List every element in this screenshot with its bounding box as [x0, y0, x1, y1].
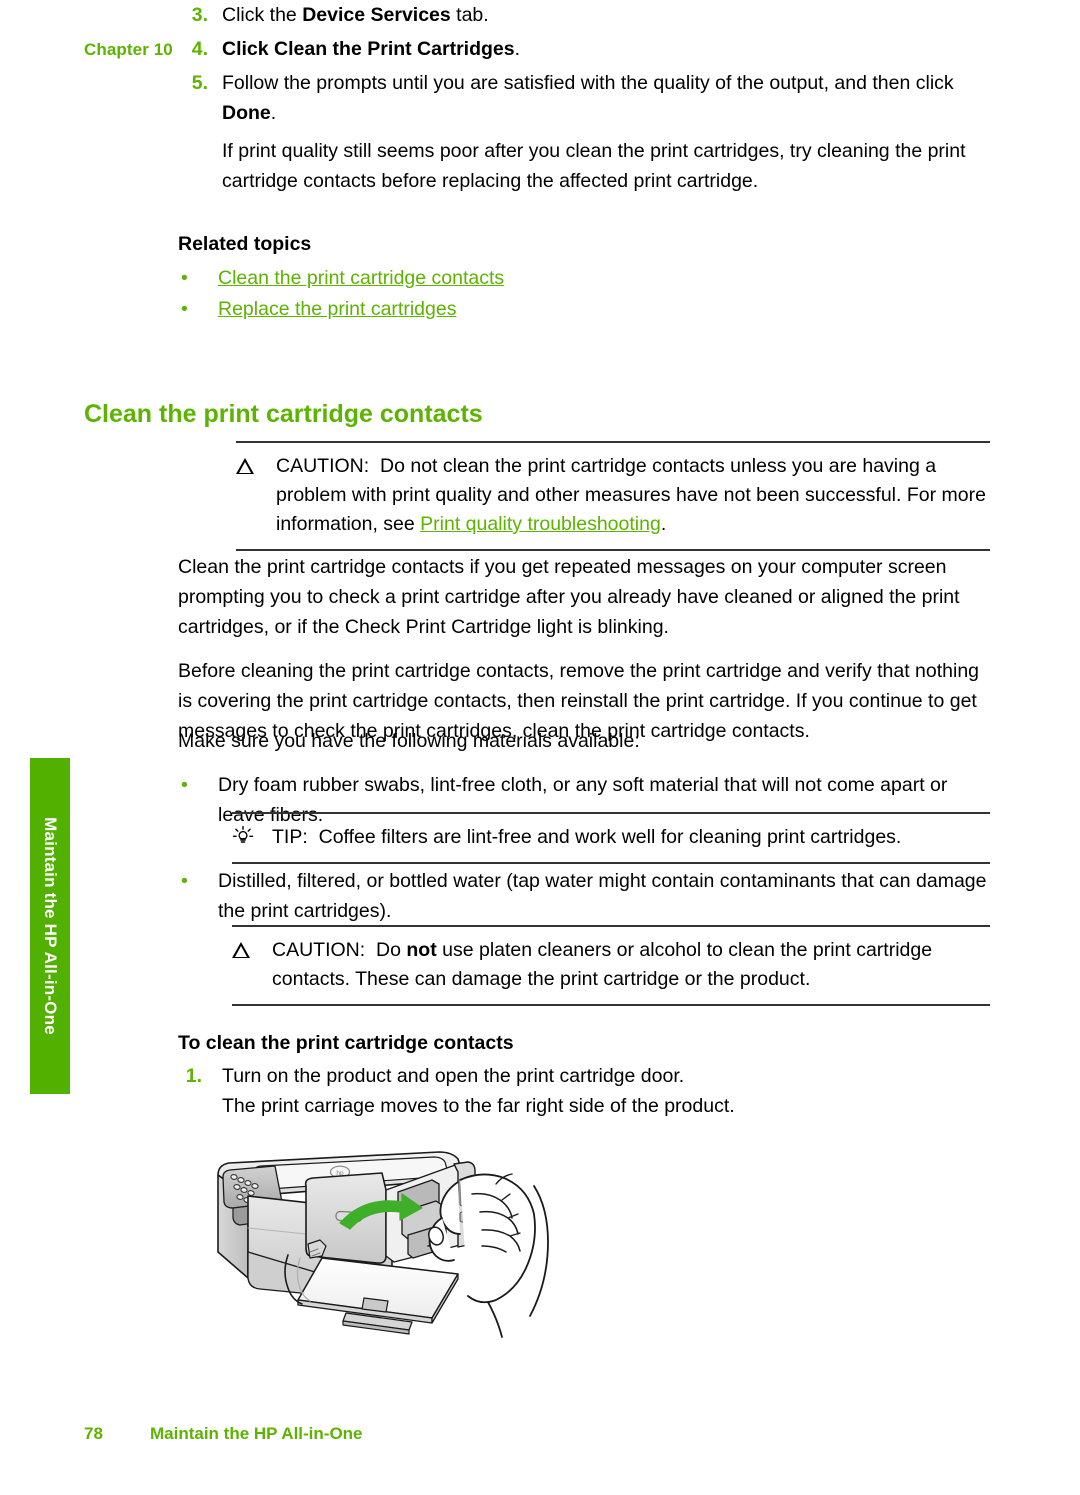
lightbulb-icon [232, 825, 262, 856]
step-text-tail: tab. [450, 4, 489, 26]
tip-text: Coffee filters are lint-free and work we… [318, 826, 902, 848]
step-text-tail: . [270, 102, 277, 124]
caution-label: CAUTION: [272, 939, 366, 961]
numbered-step-list: 3. Click the Device Services tab. 4. Cli… [178, 0, 990, 196]
step-text: Click Clean the Print Cartridges. [222, 38, 520, 60]
caution-triangle-icon [236, 454, 266, 483]
step-number: 5. [191, 72, 208, 94]
printer-illustration: hp [196, 1132, 566, 1357]
step-text-emphasis: Device Services [302, 4, 451, 26]
bullet-icon: • [181, 870, 188, 892]
materials-list-2: • Distilled, filtered, or bottled water … [178, 866, 990, 926]
tip-row: TIP: Coffee filters are lint-free and wo… [232, 823, 990, 852]
list-item: • Replace the print cartridges [178, 294, 990, 324]
step-number: 3. [191, 4, 208, 26]
caution-text-tail: . [660, 513, 667, 535]
list-item: • Clean the print cartridge contacts [178, 263, 990, 293]
procedure-heading: To clean the print cartridge contacts [178, 1032, 514, 1054]
side-tab-maintain: Maintain the HP All-in-One [30, 758, 70, 1094]
caution-text-emphasis: not [406, 939, 437, 961]
step-number: 4. [191, 38, 208, 60]
procedure-block: To clean the print cartridge contacts 1.… [178, 1028, 990, 1125]
chapter-header: Chapter 10 [84, 40, 173, 59]
caution-text-lead: Do [376, 939, 407, 961]
caution-triangle-icon [232, 938, 262, 967]
step-text-emphasis: Done [222, 102, 271, 124]
step-text-lead: Follow the prompts until you are satisfi… [222, 72, 954, 94]
body-paragraph: Clean the print cartridge contacts if yo… [178, 556, 960, 638]
page-footer: 78 Maintain the HP All-in-One [84, 1424, 363, 1444]
caution-link-print-quality-troubleshooting[interactable]: Print quality troubleshooting [420, 513, 661, 535]
step-followup-text: If print quality still seems poor after … [222, 140, 966, 192]
bullet-icon: • [181, 774, 188, 796]
section-heading: Clean the print cartridge contacts [84, 400, 483, 428]
related-link-replace-cartridges[interactable]: Replace the print cartridges [218, 298, 456, 320]
list-item: • Distilled, filtered, or bottled water … [178, 866, 990, 926]
list-item-text: Distilled, filtered, or bottled water (t… [218, 870, 987, 922]
related-link-clean-contacts[interactable]: Clean the print cartridge contacts [218, 267, 504, 289]
list-item: 1. Turn on the product and open the prin… [178, 1061, 990, 1121]
body-paragraphs-block-1: Clean the print cartridge contacts if yo… [178, 552, 990, 746]
bullet-icon: • [181, 267, 188, 289]
tip-box: TIP: Coffee filters are lint-free and wo… [232, 812, 990, 864]
top-steps-block: 3. Click the Device Services tab. 4. Cli… [178, 0, 990, 196]
document-page: Chapter 10 3. Click the Device Services … [0, 0, 1080, 1495]
caution-box-secondary: CAUTION: Do not use platen cleaners or a… [232, 925, 990, 1006]
step-text-lead: Click the [222, 4, 303, 26]
caution-label: CAUTION: [276, 455, 370, 477]
related-topics-heading: Related topics [178, 233, 312, 255]
step-followup-text: The print carriage moves to the far righ… [222, 1095, 735, 1117]
materials-intro-paragraph: Make sure you have the following materia… [178, 730, 640, 752]
step-text: Turn on the product and open the print c… [222, 1065, 685, 1087]
body-paragraphs-block-3: • Distilled, filtered, or bottled water … [178, 866, 990, 927]
procedure-step-list: 1. Turn on the product and open the prin… [178, 1061, 990, 1121]
side-tab-label: Maintain the HP All-in-One [41, 817, 60, 1035]
list-item: 4. Click Clean the Print Cartridges. [178, 34, 990, 64]
footer-text: Maintain the HP All-in-One [150, 1424, 363, 1443]
list-item: 3. Click the Device Services tab. [178, 0, 990, 30]
bullet-icon: • [181, 298, 188, 320]
footer-page-number: 78 [84, 1424, 103, 1443]
list-item: 5. Follow the prompts until you are sati… [178, 68, 990, 196]
related-topics-list: • Clean the print cartridge contacts • R… [178, 263, 990, 324]
step-text: Click the Device Services tab. [222, 4, 489, 26]
caution-row: CAUTION: Do not use platen cleaners or a… [232, 936, 990, 994]
step-text-emphasis: Clean the Print Cartridges [274, 38, 515, 60]
step-text-lead: Click [222, 38, 275, 60]
step-text-tail: . [514, 38, 521, 60]
related-topics-block: Related topics • Clean the print cartrid… [178, 230, 990, 324]
step-number: 1. [185, 1065, 202, 1087]
tip-label: TIP: [272, 826, 308, 848]
caution-row: CAUTION: Do not clean the print cartridg… [236, 452, 990, 539]
caution-box-primary: CAUTION: Do not clean the print cartridg… [236, 441, 990, 551]
step-text: Follow the prompts until you are satisfi… [222, 72, 954, 124]
